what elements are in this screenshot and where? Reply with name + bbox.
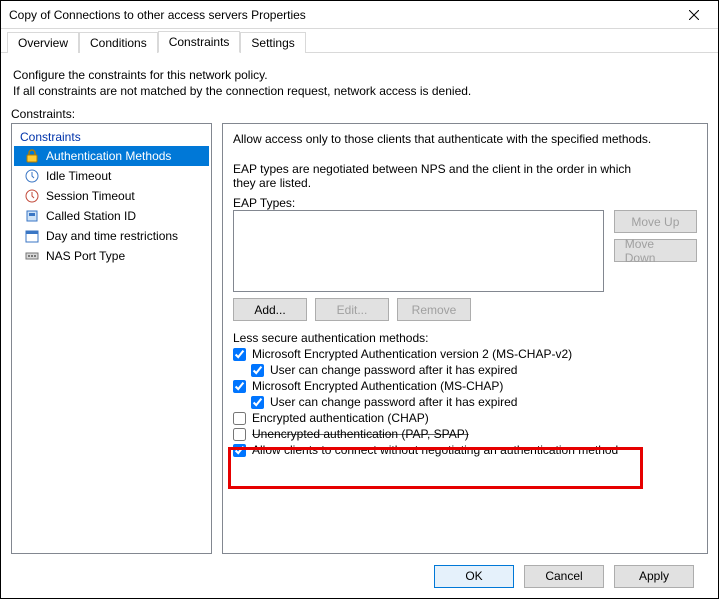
- constraint-label: Idle Timeout: [46, 169, 111, 183]
- checkbox[interactable]: [233, 380, 246, 393]
- opt-allow-no-auth[interactable]: Allow clients to connect without negotia…: [233, 443, 697, 457]
- tab-strip: Overview Conditions Constraints Settings: [1, 29, 718, 53]
- constraint-idle-timeout[interactable]: Idle Timeout: [14, 166, 209, 186]
- panes: Constraints Authentication Methods Idle …: [11, 123, 708, 554]
- move-down-button[interactable]: Move Down: [614, 239, 697, 262]
- close-icon: [689, 10, 699, 20]
- eap-types-label: EAP Types:: [233, 196, 697, 210]
- apply-button[interactable]: Apply: [614, 565, 694, 588]
- opt-chap[interactable]: Encrypted authentication (CHAP): [233, 411, 697, 425]
- opt-mschapv2[interactable]: Microsoft Encrypted Authentication versi…: [233, 347, 697, 361]
- eap-note: EAP types are negotiated between NPS and…: [233, 162, 653, 190]
- checkbox[interactable]: [251, 364, 264, 377]
- constraint-nas-port[interactable]: NAS Port Type: [14, 246, 209, 266]
- description-line1: Configure the constraints for this netwo…: [13, 67, 706, 83]
- constraint-called-station[interactable]: Called Station ID: [14, 206, 209, 226]
- opt-mschapv2-pw[interactable]: User can change password after it has ex…: [251, 363, 697, 377]
- description-line2: If all constraints are not matched by th…: [13, 83, 706, 99]
- constraints-list[interactable]: Constraints Authentication Methods Idle …: [11, 123, 212, 554]
- properties-dialog: Copy of Connections to other access serv…: [0, 0, 719, 599]
- move-up-button[interactable]: Move Up: [614, 210, 697, 233]
- ok-button[interactable]: OK: [434, 565, 514, 588]
- dialog-body: Configure the constraints for this netwo…: [1, 53, 718, 598]
- tab-overview[interactable]: Overview: [7, 32, 79, 53]
- constraint-session-timeout[interactable]: Session Timeout: [14, 186, 209, 206]
- settings-panel: Allow access only to those clients that …: [222, 123, 708, 554]
- constraints-list-header: Constraints: [14, 128, 209, 146]
- checkbox[interactable]: [251, 396, 264, 409]
- titlebar: Copy of Connections to other access serv…: [1, 1, 718, 29]
- checkbox[interactable]: [233, 444, 246, 457]
- tab-constraints[interactable]: Constraints: [158, 31, 241, 53]
- add-button[interactable]: Add...: [233, 298, 307, 321]
- remove-button[interactable]: Remove: [397, 298, 471, 321]
- tab-conditions[interactable]: Conditions: [79, 32, 158, 53]
- constraint-label: Session Timeout: [46, 189, 135, 203]
- calendar-icon: [24, 228, 40, 244]
- opt-mschap-pw[interactable]: User can change password after it has ex…: [251, 395, 697, 409]
- constraint-day-time[interactable]: Day and time restrictions: [14, 226, 209, 246]
- station-icon: [24, 208, 40, 224]
- clock-icon: [24, 188, 40, 204]
- checkbox[interactable]: [233, 348, 246, 361]
- description: Configure the constraints for this netwo…: [11, 63, 708, 107]
- port-icon: [24, 248, 40, 264]
- constraints-label: Constraints:: [11, 107, 708, 121]
- constraint-label: Called Station ID: [46, 209, 136, 223]
- checkbox[interactable]: [233, 412, 246, 425]
- settings-column: Allow access only to those clients that …: [222, 123, 708, 554]
- constraint-label: Authentication Methods: [46, 149, 171, 163]
- window-title: Copy of Connections to other access serv…: [9, 8, 306, 22]
- constraint-auth-methods[interactable]: Authentication Methods: [14, 146, 209, 166]
- lock-icon: [24, 148, 40, 164]
- eap-types-list[interactable]: [233, 210, 604, 292]
- intro-text: Allow access only to those clients that …: [233, 132, 697, 146]
- clock-icon: [24, 168, 40, 184]
- opt-pap[interactable]: Unencrypted authentication (PAP, SPAP): [233, 427, 697, 441]
- tab-settings[interactable]: Settings: [240, 32, 305, 53]
- close-button[interactable]: [674, 4, 714, 26]
- constraint-label: NAS Port Type: [46, 249, 125, 263]
- dialog-footer: OK Cancel Apply: [11, 554, 708, 598]
- constraints-column: Constraints Authentication Methods Idle …: [11, 123, 212, 554]
- constraint-label: Day and time restrictions: [46, 229, 178, 243]
- cancel-button[interactable]: Cancel: [524, 565, 604, 588]
- less-secure-label: Less secure authentication methods:: [233, 331, 697, 345]
- opt-mschap[interactable]: Microsoft Encrypted Authentication (MS-C…: [233, 379, 697, 393]
- edit-button[interactable]: Edit...: [315, 298, 389, 321]
- checkbox[interactable]: [233, 428, 246, 441]
